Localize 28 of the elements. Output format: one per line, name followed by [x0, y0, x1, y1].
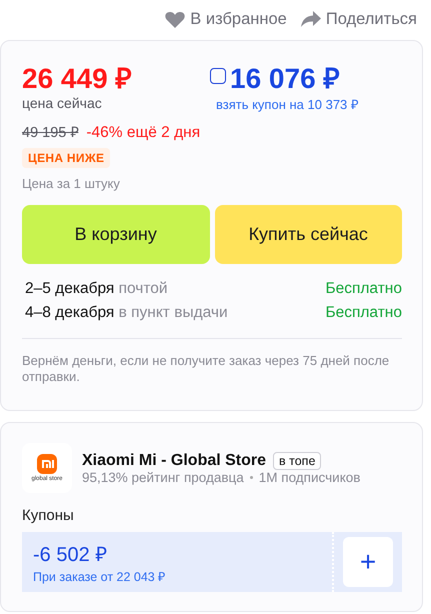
unit-note: Цена за 1 штуку	[22, 176, 121, 191]
share-arrow-icon	[300, 10, 321, 28]
add-to-cart-button[interactable]: В корзину	[22, 205, 210, 264]
coupon-link[interactable]: взять купон на 10 373 ₽	[216, 95, 402, 113]
seller-rating: 95,13% рейтинг продавца	[82, 470, 244, 484]
store-name[interactable]: Xiaomi Mi - Global Store	[82, 452, 266, 470]
buy-now-button[interactable]: Купить сейчас	[214, 205, 402, 264]
delivery-cost: Бесплатно	[325, 304, 402, 322]
top-seller-badge: в топе	[273, 452, 322, 470]
add-coupon-button[interactable]: +	[343, 537, 393, 587]
coupon-price: 16 076 ₽	[230, 63, 340, 95]
guarantee-text: Вернём деньги, если не получите заказ через 75 дней после отправки.	[22, 353, 390, 385]
delivery-option: 4–8 декабря в пункт выдачи	[25, 304, 326, 322]
coupon-amount: -6 502 ₽	[33, 543, 108, 568]
favorite-button[interactable]: В избранное	[165, 6, 287, 32]
delivery-option: 2–5 декабря почтой	[25, 280, 326, 298]
current-price: 26 449 ₽	[22, 63, 132, 95]
coupon-condition: При заказе от 22 043 ₽	[33, 569, 166, 585]
price-caption: цена сейчас	[22, 95, 103, 111]
coupon-checkbox[interactable]	[210, 68, 226, 84]
price-lower-badge: ЦЕНА НИЖЕ	[22, 148, 110, 168]
delivery-cost: Бесплатно	[325, 280, 402, 298]
heart-icon	[165, 10, 186, 28]
share-button[interactable]: Поделиться	[300, 6, 417, 32]
follower-count: 1M подписчиков	[258, 470, 360, 484]
discount-text: -46% ещё 2 дня	[86, 124, 200, 142]
coupons-heading: Купоны	[22, 507, 75, 524]
old-price: 49 195 ₽	[22, 124, 78, 141]
